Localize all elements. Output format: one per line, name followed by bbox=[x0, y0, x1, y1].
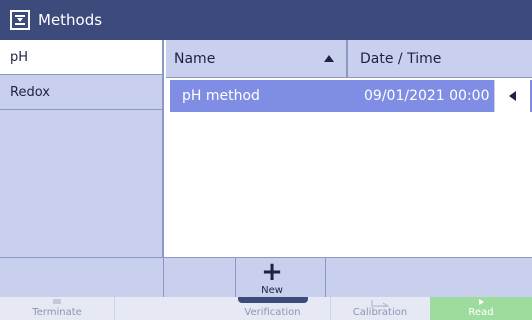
bottom-bar: Terminate Verification Calibration Read bbox=[0, 297, 532, 320]
sidebar-item-label: Redox bbox=[10, 84, 50, 100]
table-header: Name Date / Time bbox=[166, 39, 532, 78]
terminate-label: Terminate bbox=[32, 307, 82, 318]
column-name-label: Name bbox=[174, 50, 216, 67]
calibration-label: Calibration bbox=[352, 307, 408, 318]
calibration-icon bbox=[371, 300, 389, 307]
chevron-left-icon bbox=[509, 91, 516, 101]
verification-button[interactable]: Verification bbox=[215, 297, 330, 320]
sidebar-item-ph[interactable]: pH bbox=[0, 40, 162, 75]
sidebar: pH Redox bbox=[0, 40, 164, 257]
terminate-button[interactable]: Terminate bbox=[0, 297, 114, 320]
column-header-date[interactable]: Date / Time bbox=[348, 51, 532, 67]
column-header-name[interactable]: Name bbox=[166, 51, 346, 67]
methods-icon bbox=[10, 10, 30, 30]
table-row[interactable]: pH method 09/01/2021 00:00 bbox=[170, 80, 532, 112]
page-title: Methods bbox=[38, 11, 103, 29]
action-slot-empty bbox=[0, 258, 164, 298]
read-button[interactable]: Read bbox=[430, 297, 532, 320]
action-bar: + New bbox=[0, 257, 532, 298]
divider bbox=[114, 297, 115, 320]
new-button-label: New bbox=[261, 284, 283, 296]
play-icon bbox=[478, 299, 484, 305]
read-label: Read bbox=[468, 307, 494, 318]
method-date: 09/01/2021 00:00 bbox=[364, 88, 490, 104]
verification-label: Verification bbox=[244, 307, 301, 318]
method-name: pH method bbox=[182, 88, 260, 104]
row-details-button[interactable] bbox=[494, 80, 530, 112]
sidebar-item-label: pH bbox=[10, 49, 29, 65]
new-button[interactable]: + New bbox=[236, 258, 308, 298]
terminate-icon bbox=[53, 299, 61, 304]
action-slot-empty bbox=[164, 258, 236, 298]
plus-icon: + bbox=[261, 256, 283, 287]
title-bar: Methods bbox=[0, 0, 532, 40]
sidebar-item-redox[interactable]: Redox bbox=[0, 75, 162, 110]
column-date-label: Date / Time bbox=[360, 50, 442, 67]
sort-ascending-icon bbox=[324, 55, 334, 62]
calibration-button[interactable]: Calibration bbox=[330, 297, 430, 320]
